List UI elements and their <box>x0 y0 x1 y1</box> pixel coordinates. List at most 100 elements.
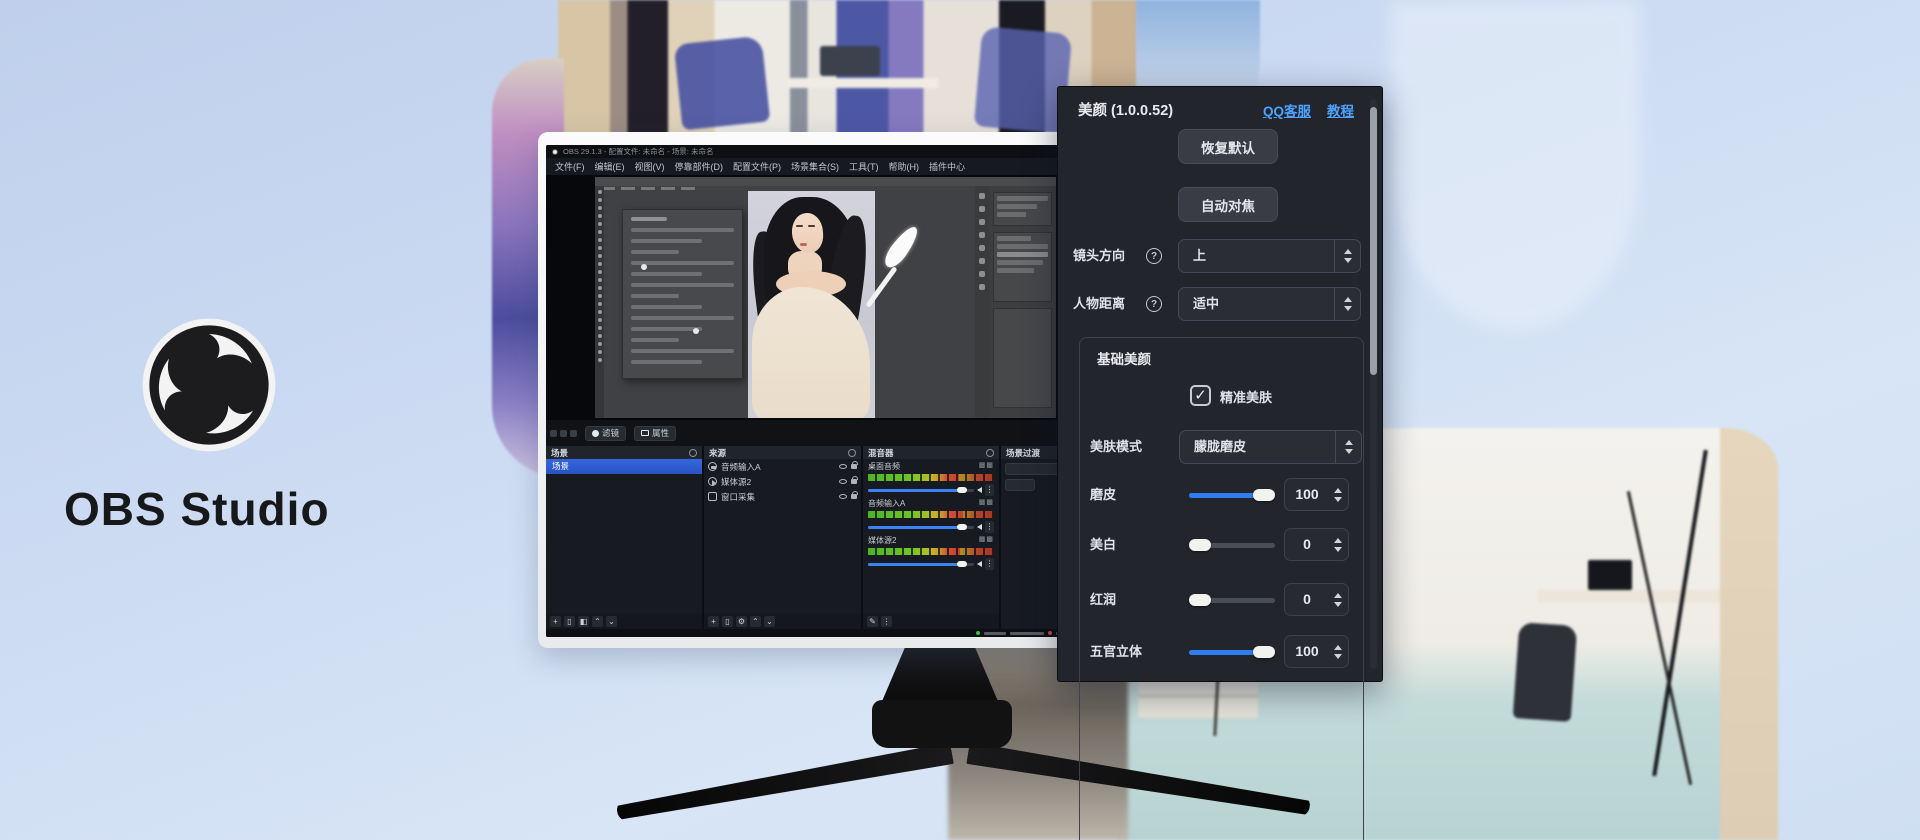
rosiness-slider[interactable] <box>1189 598 1275 603</box>
source-properties-button[interactable]: ⚙ <box>736 616 747 627</box>
channel-icons[interactable]: ▩▩ <box>979 498 994 509</box>
source-item[interactable]: 媒体源2 <box>704 474 861 489</box>
stepper-arrows-icon[interactable] <box>1334 636 1342 667</box>
channel-options-button[interactable]: ⋮ <box>985 484 994 496</box>
qq-support-link[interactable]: QQ客服 <box>1263 100 1311 120</box>
smoothing-value-box[interactable]: 100 <box>1284 478 1349 511</box>
menu-docks[interactable]: 停靠部件(D) <box>670 160 729 173</box>
menu-profile[interactable]: 配置文件(P) <box>728 160 786 173</box>
volume-meter <box>868 474 994 481</box>
channel-options-button[interactable]: ⋮ <box>985 558 994 570</box>
whitening-slider[interactable] <box>1189 543 1275 548</box>
speaker-icon[interactable] <box>977 561 982 567</box>
tutorial-link[interactable]: 教程 <box>1327 100 1354 120</box>
help-icon[interactable]: ? <box>1146 296 1162 312</box>
add-scene-button[interactable]: + <box>550 616 561 627</box>
menu-scene-collection[interactable]: 场景集合(S) <box>786 160 844 173</box>
face-3d-slider[interactable] <box>1189 650 1275 655</box>
sources-toolbar: + ▯ ⚙ ⌃ ⌄ <box>704 614 861 629</box>
slider-handle[interactable] <box>1253 489 1275 501</box>
dock-menu-icon[interactable] <box>689 449 697 457</box>
panel-scrollbar-thumb[interactable] <box>1370 107 1377 375</box>
stepper-arrows-icon[interactable] <box>1334 584 1342 615</box>
channel-icons[interactable]: ▩▩ <box>979 535 994 546</box>
monitor-stand-hub <box>872 700 1012 748</box>
ps-right-panels <box>989 186 1056 418</box>
filters-button[interactable]: 滤镜 <box>585 426 626 441</box>
move-scene-up-button[interactable]: ⌃ <box>592 616 603 627</box>
menu-edit[interactable]: 编辑(E) <box>590 160 630 173</box>
move-source-up-button[interactable]: ⌃ <box>750 616 761 627</box>
move-source-down-button[interactable]: ⌄ <box>764 616 775 627</box>
visibility-icon[interactable] <box>839 494 847 499</box>
smoothing-slider[interactable] <box>1189 493 1275 498</box>
stepper-arrows-icon[interactable] <box>1334 240 1360 272</box>
lock-icon[interactable] <box>851 464 857 469</box>
lock-icon[interactable] <box>851 494 857 499</box>
face-3d-value-box[interactable]: 100 <box>1284 635 1349 668</box>
volume-slider[interactable] <box>868 563 974 566</box>
stepper-arrows-icon[interactable] <box>1334 288 1360 320</box>
mixer-options-button[interactable]: ⋮ <box>881 616 892 627</box>
whitening-slider-row: 美白 0 <box>1080 528 1365 562</box>
lock-icon[interactable] <box>851 479 857 484</box>
visibility-icon[interactable] <box>839 464 847 469</box>
precise-skin-checkbox[interactable]: ✓ <box>1190 385 1211 406</box>
help-icon[interactable]: ? <box>1146 248 1162 264</box>
stepper-arrows-icon[interactable] <box>1335 431 1361 463</box>
rosiness-slider-row: 红润 0 <box>1080 583 1365 617</box>
volume-slider[interactable] <box>868 489 974 492</box>
rosiness-value: 0 <box>1285 584 1329 615</box>
mixer-edit-button[interactable]: ✎ <box>867 616 878 627</box>
brow-shape <box>796 225 803 227</box>
menu-plugin-center[interactable]: 插件中心 <box>924 160 970 173</box>
speaker-icon[interactable] <box>977 487 982 493</box>
slider-handle[interactable] <box>1189 539 1211 551</box>
smoothing-label: 磨皮 <box>1090 478 1116 512</box>
speaker-icon[interactable] <box>977 524 982 530</box>
autofocus-button[interactable]: 自动对焦 <box>1178 187 1278 222</box>
source-item[interactable]: 音频输入A <box>704 459 861 474</box>
duplicate-scene-button[interactable]: ◧ <box>578 616 589 627</box>
menu-file[interactable]: 文件(F) <box>550 160 590 173</box>
face-3d-slider-row: 五官立体 100 <box>1080 635 1365 669</box>
stepper-arrows-icon[interactable] <box>1334 479 1342 510</box>
visibility-icon[interactable] <box>839 479 847 484</box>
paintbrush-icon <box>871 223 933 319</box>
dock-menu-icon[interactable] <box>848 449 856 457</box>
scene-item-selected[interactable]: 场景 <box>546 459 702 474</box>
panel-scrollbar[interactable] <box>1370 99 1377 669</box>
whitening-value-box[interactable]: 0 <box>1284 528 1349 561</box>
slider-handle[interactable] <box>1189 594 1211 606</box>
stepper-arrows-icon[interactable] <box>1334 529 1342 560</box>
dock-menu-icon[interactable] <box>986 449 994 457</box>
lens-direction-select[interactable]: 上 <box>1178 239 1361 273</box>
mixer-dock-title: 混音器 <box>868 447 894 459</box>
precise-skin-label: 精准美肤 <box>1220 387 1272 406</box>
subject-distance-select[interactable]: 适中 <box>1178 287 1361 321</box>
move-scene-down-button[interactable]: ⌄ <box>606 616 617 627</box>
obs-preview-canvas[interactable] <box>546 175 1076 420</box>
background-warm-edge <box>1720 428 1778 840</box>
volume-slider[interactable] <box>868 526 974 529</box>
background-room-photo-top <box>558 0 1138 140</box>
remove-scene-button[interactable]: ▯ <box>564 616 575 627</box>
rosiness-value-box[interactable]: 0 <box>1284 583 1349 616</box>
slider-handle[interactable] <box>1253 646 1275 658</box>
skin-mode-select[interactable]: 朦胧磨皮 <box>1179 430 1362 464</box>
channel-options-button[interactable]: ⋮ <box>985 521 994 533</box>
obs-titlebar[interactable]: OBS 29.1.3 - 配置文件: 未命名 - 场景: 未命名 <box>546 145 1076 158</box>
remove-source-button[interactable]: ▯ <box>722 616 733 627</box>
status-text-placeholder <box>1010 632 1044 635</box>
restore-defaults-button[interactable]: 恢复默认 <box>1178 129 1278 164</box>
transition-duration[interactable] <box>1005 479 1035 491</box>
menu-help[interactable]: 帮助(H) <box>884 160 925 173</box>
menu-tools[interactable]: 工具(T) <box>844 160 884 173</box>
source-name: 音频输入A <box>721 461 835 473</box>
add-source-button[interactable]: + <box>708 616 719 627</box>
properties-button[interactable]: 属性 <box>634 426 676 441</box>
source-item[interactable]: 窗口采集 <box>704 489 861 504</box>
channel-icons[interactable]: ▩▩ <box>979 461 994 472</box>
sources-dock-header: 来源 <box>704 446 861 459</box>
menu-view[interactable]: 视图(V) <box>630 160 670 173</box>
